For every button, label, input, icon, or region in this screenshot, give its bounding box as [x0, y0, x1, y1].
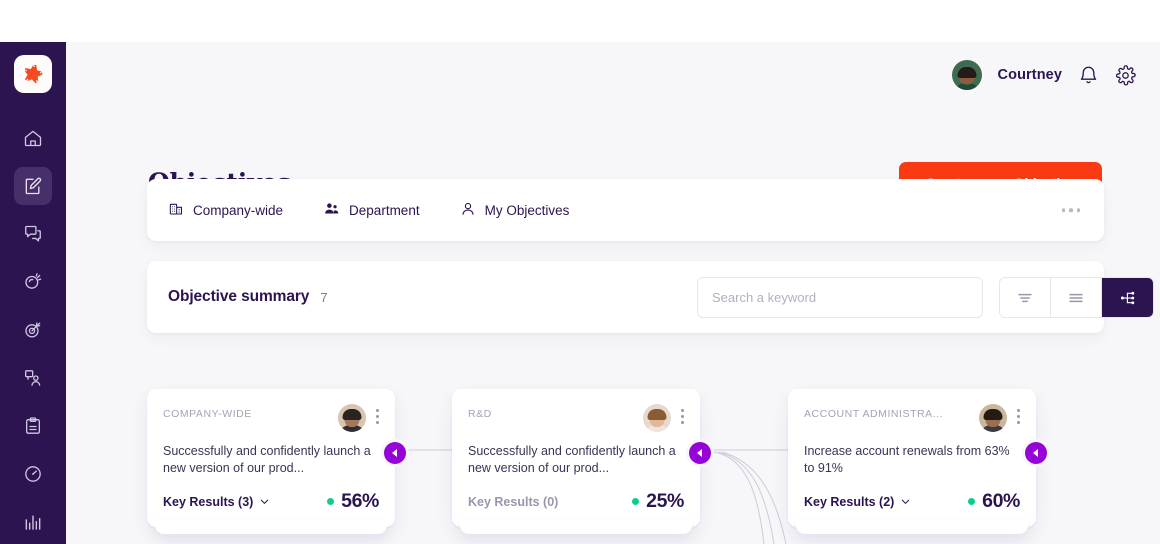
objective-category: ACCOUNT ADMINISTRA...: [804, 408, 944, 420]
progress-indicator: 56%: [327, 490, 379, 513]
sidebar-item-recognition[interactable]: [14, 263, 52, 301]
progress-percent: 25%: [646, 490, 684, 512]
card-options-button[interactable]: [376, 404, 379, 424]
objective-category: COMPANY-WIDE: [163, 408, 252, 420]
objective-card[interactable]: COMPANY-WIDE Successfully and confidentl…: [147, 389, 406, 534]
collapse-children-button[interactable]: [1025, 442, 1047, 464]
progress-percent: 56%: [341, 490, 379, 512]
app-root: Courtney Objectives Create a new Objecti…: [0, 0, 1160, 544]
betterworks-logo-icon: [24, 64, 43, 84]
clipboard-icon: [26, 417, 40, 434]
sidebar-item-reviews[interactable]: [14, 407, 52, 445]
sidebar-item-people[interactable]: [14, 359, 52, 397]
bar-chart-icon: [25, 515, 41, 530]
collapse-children-button[interactable]: [689, 442, 711, 464]
key-results-toggle[interactable]: Key Results (3): [163, 495, 270, 509]
gauge-icon: [25, 466, 41, 482]
people-tag-icon: [25, 370, 41, 386]
key-results-label: Key Results (2): [804, 494, 895, 509]
progress-indicator: 25%: [632, 490, 684, 513]
key-results-toggle[interactable]: Key Results (2): [804, 495, 911, 509]
window-top-strip: [0, 0, 1160, 42]
sidebar-item-feedback[interactable]: [14, 215, 52, 253]
edit-note-icon: [25, 177, 42, 195]
objective-description: Successfully and confidently launch a ne…: [163, 444, 371, 475]
status-dot: [632, 498, 640, 505]
objective-card[interactable]: ACCOUNT ADMINISTRA... Increase account r…: [788, 389, 1047, 534]
objective-category: R&D: [468, 408, 492, 420]
owner-avatar[interactable]: [979, 404, 1007, 432]
status-dot: [968, 498, 976, 505]
content-area: Courtney Objectives Create a new Objecti…: [66, 42, 1160, 544]
app-logo[interactable]: [14, 55, 52, 93]
sidebar-item-performance[interactable]: [14, 455, 52, 493]
progress-indicator: 60%: [968, 490, 1020, 513]
card-options-button[interactable]: [681, 404, 684, 424]
award-badge-icon: [25, 273, 42, 289]
sidebar-item-objectives[interactable]: [14, 167, 52, 205]
owner-avatar[interactable]: [643, 404, 671, 432]
target-icon: [25, 322, 41, 338]
objective-description: Increase account renewals from 63% to 91…: [804, 444, 1010, 475]
home-icon: [24, 130, 42, 147]
chevron-down-icon: [261, 499, 269, 504]
card-options-button[interactable]: [1017, 404, 1020, 424]
chat-bubbles-icon: [25, 225, 41, 242]
main-sidebar: [0, 42, 66, 544]
objectives-hierarchy: COMPANY-WIDE Successfully and confidentl…: [66, 42, 1160, 544]
collapse-children-button[interactable]: [384, 442, 406, 464]
key-results-label: Key Results (3): [163, 494, 254, 509]
objective-description: Successfully and confidently launch a ne…: [468, 444, 676, 475]
key-results-label: Key Results (0): [468, 494, 559, 509]
status-dot: [327, 498, 335, 505]
sidebar-item-analytics[interactable]: [14, 503, 52, 541]
sidebar-item-goals[interactable]: [14, 311, 52, 349]
chevron-down-icon: [902, 499, 910, 504]
key-results-toggle[interactable]: Key Results (0): [468, 495, 558, 509]
objective-card[interactable]: R&D Successfully and confidently launch …: [452, 389, 711, 534]
progress-percent: 60%: [982, 490, 1020, 512]
owner-avatar[interactable]: [338, 404, 366, 432]
sidebar-item-home[interactable]: [14, 119, 52, 157]
